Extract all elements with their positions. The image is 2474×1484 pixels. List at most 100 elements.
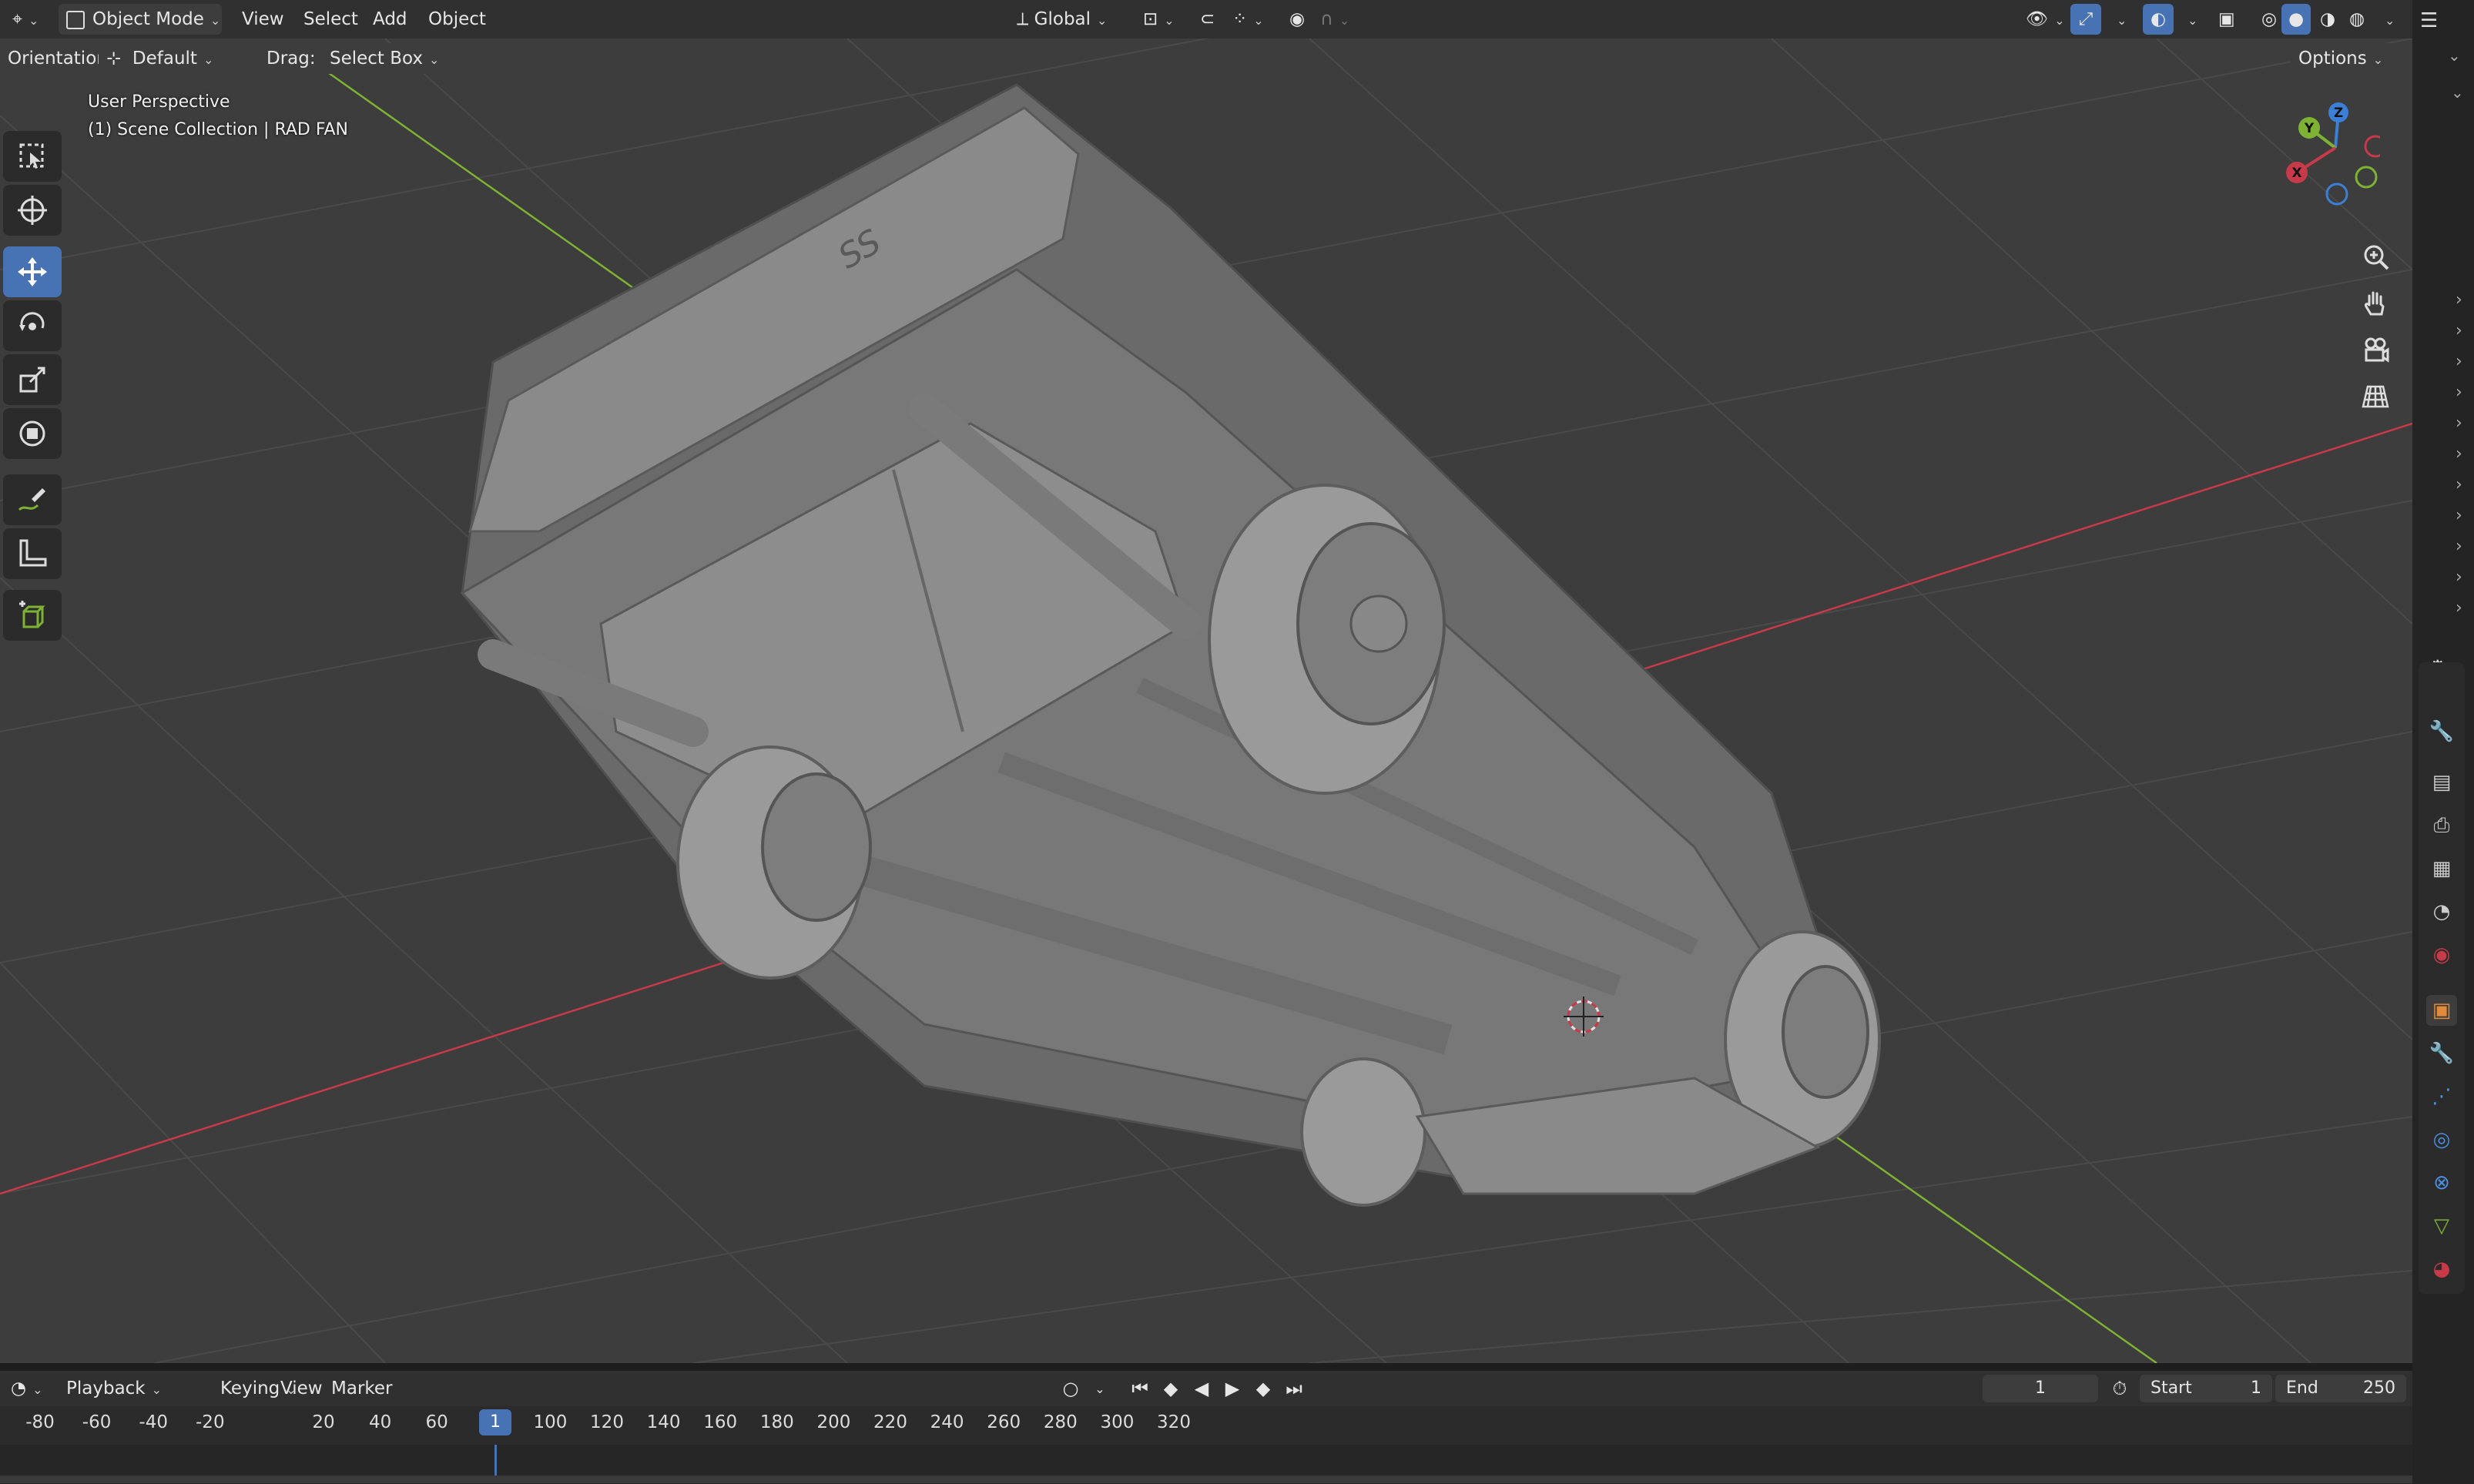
object-mode-icon <box>66 10 85 29</box>
prev-keyframe-icon: ◆ <box>1163 1378 1178 1399</box>
orientation-dropdown[interactable]: ⊹ Default ⌄ <box>99 43 250 74</box>
menu-view[interactable]: View <box>234 4 292 35</box>
chevron-down-icon: ⌄ <box>203 52 214 67</box>
shading-dropdown[interactable]: ⌄ <box>2371 4 2402 35</box>
cursor-tool[interactable] <box>3 185 62 236</box>
drag-dropdown[interactable]: Select Box ⌄ <box>322 43 448 74</box>
editor-type-button[interactable]: ⌖ ⌄ <box>5 4 46 35</box>
shading-material[interactable]: ◑ <box>2312 4 2343 35</box>
orientation-icon: ⟂ <box>1017 9 1029 29</box>
scale-tool[interactable] <box>3 354 62 405</box>
modifier-tab-icon[interactable]: 🔧 <box>2426 1038 2457 1069</box>
tool-tab-icon[interactable]: 🔧 <box>2426 716 2457 747</box>
rotate-tool[interactable] <box>3 300 62 351</box>
gizmo-dropdown[interactable]: ⌄ <box>2103 4 2134 35</box>
world-tab-icon[interactable]: ◉ <box>2426 940 2457 970</box>
playback-menu[interactable]: Playback ⌄ <box>59 1373 169 1404</box>
shading-rendered[interactable]: ◍ <box>2342 4 2372 35</box>
ruler-tick-label: -60 <box>82 1412 112 1432</box>
end-frame-field[interactable]: End 250 <box>2275 1375 2406 1402</box>
select-box-icon <box>19 143 44 169</box>
playhead-marker[interactable]: 1 <box>479 1409 511 1435</box>
timeline-editor-type[interactable]: ◔ ⌄ <box>3 1373 50 1404</box>
falloff-dropdown[interactable]: ∩ ⌄ <box>1312 4 1357 35</box>
select-box-tool[interactable] <box>3 131 62 182</box>
material-tab-icon[interactable]: ◕ <box>2426 1254 2457 1285</box>
timeline-view-menu[interactable]: View <box>273 1373 330 1404</box>
viewport-header: ⌖ ⌄ Object Mode ⌄ View Select Add Object ⟂… <box>0 0 2412 39</box>
transform-orientation-dropdown[interactable]: ⟂ Global ⌄ <box>1009 4 1125 35</box>
object-tab-icon[interactable]: ▣ <box>2426 995 2457 1026</box>
particles-tab-icon[interactable]: ⋰ <box>2426 1081 2457 1112</box>
auto-key-dropdown[interactable]: ⌄ <box>1086 1375 1114 1402</box>
snap-toggle[interactable]: ⊂ <box>1192 4 1222 35</box>
view-layer-tab-icon[interactable]: ▦ <box>2426 853 2457 884</box>
overlays-dropdown[interactable]: ⌄ <box>2174 4 2205 35</box>
start-frame-field[interactable]: Start 1 <box>2140 1375 2272 1402</box>
move-tool[interactable] <box>3 246 62 297</box>
preview-range-toggle[interactable]: ⏱ <box>2106 1375 2134 1402</box>
chevron-down-icon[interactable]: ⌄ <box>2448 46 2461 65</box>
ortho-toggle-button[interactable] <box>2355 376 2395 416</box>
3d-viewport[interactable]: SS User Perspective (1) Scene Collection… <box>0 39 2412 1363</box>
visibility-dropdown[interactable]: 👁 ⌄ <box>2018 4 2073 35</box>
options-label: Options <box>2298 49 2367 69</box>
annotate-tool[interactable] <box>3 474 62 525</box>
options-dropdown[interactable]: Options ⌄ <box>2291 43 2405 74</box>
play-button[interactable]: ▶ <box>1219 1375 1246 1402</box>
measure-tool[interactable] <box>3 528 62 579</box>
jump-end-button[interactable]: ⏭ <box>1280 1375 1308 1402</box>
output-tab-icon[interactable]: ⎙ <box>2426 810 2457 841</box>
zoom-button[interactable] <box>2355 237 2395 277</box>
transform-tool[interactable] <box>3 408 62 459</box>
auto-key-toggle[interactable]: ○ <box>1057 1375 1084 1402</box>
menu-select[interactable]: Select <box>296 4 366 35</box>
outliner-editor-icon[interactable]: ☰ <box>2420 9 2438 32</box>
ruler-tick-label: 160 <box>703 1412 738 1432</box>
pivot-point-dropdown[interactable]: ⊡ ⌄ <box>1135 4 1182 35</box>
pan-button[interactable] <box>2355 283 2395 323</box>
next-keyframe-button[interactable]: ◆ <box>1249 1375 1277 1402</box>
timeline-body[interactable] <box>0 1445 2412 1484</box>
chevron-down-icon: ⌄ <box>28 13 39 28</box>
constraints-tab-icon[interactable]: ⊗ <box>2426 1167 2457 1198</box>
render-tab-icon[interactable]: ▤ <box>2426 767 2457 798</box>
overlays-toggle[interactable]: ◐ <box>2143 4 2174 35</box>
shading-wireframe[interactable]: ◎ <box>2254 4 2285 35</box>
zoom-icon <box>2364 245 2389 270</box>
prev-keyframe-button[interactable]: ◆ <box>1157 1375 1185 1402</box>
proportional-edit-toggle[interactable]: ◉ <box>1282 4 1312 35</box>
perspective-label: User Perspective <box>88 92 230 112</box>
mode-label: Object Mode <box>92 9 204 29</box>
gizmo-toggle[interactable]: ⤢ <box>2070 4 2101 35</box>
ruler-tick-label: 180 <box>759 1412 794 1432</box>
outliner-expand-chevrons[interactable]: › › › › › › › › › › › <box>2456 285 2462 624</box>
current-frame-field[interactable]: 1 <box>1983 1375 2098 1402</box>
play-reverse-button[interactable]: ◀ <box>1188 1375 1215 1402</box>
menu-object[interactable]: Object <box>421 4 494 35</box>
jump-start-button[interactable]: ⏮ <box>1126 1375 1154 1402</box>
scene-tab-icon[interactable]: ◔ <box>2426 896 2457 927</box>
menu-add[interactable]: Add <box>365 4 415 35</box>
timeline-ruler[interactable]: -80-60-40-202040608010012014016018020022… <box>0 1406 2412 1445</box>
physics-tab-icon[interactable]: ◎ <box>2426 1124 2457 1155</box>
add-cube-tool[interactable] <box>3 590 62 641</box>
timeline-scrollbar[interactable] <box>0 1476 2412 1483</box>
shading-solid[interactable]: ● <box>2281 4 2311 35</box>
xray-toggle[interactable]: ▣ <box>2211 4 2243 35</box>
wireframe-sphere-icon: ◎ <box>2261 9 2278 29</box>
ruler-tick-label: 40 <box>368 1412 392 1432</box>
snap-target-dropdown[interactable]: ⁘ ⌄ <box>1225 4 1272 35</box>
ruler-tick-label: -20 <box>196 1412 225 1432</box>
tool-settings-bar: Orientation: ⊹ Default ⌄ Drag: Select Box… <box>0 39 2412 79</box>
orientation-gizmo-icon: ⊹ <box>106 49 122 69</box>
play-reverse-icon: ◀ <box>1194 1378 1209 1399</box>
chevron-down-icon[interactable]: ⌄ <box>2451 83 2464 102</box>
end-label: End <box>2286 1378 2318 1398</box>
navigation-gizmo[interactable]: Z Y X <box>2272 100 2387 208</box>
transform-icon <box>19 420 45 447</box>
data-tab-icon[interactable]: ▽ <box>2426 1211 2457 1241</box>
marker-menu[interactable]: Marker <box>323 1373 401 1404</box>
camera-view-button[interactable] <box>2355 330 2395 370</box>
mode-dropdown[interactable]: Object Mode ⌄ <box>59 4 222 35</box>
